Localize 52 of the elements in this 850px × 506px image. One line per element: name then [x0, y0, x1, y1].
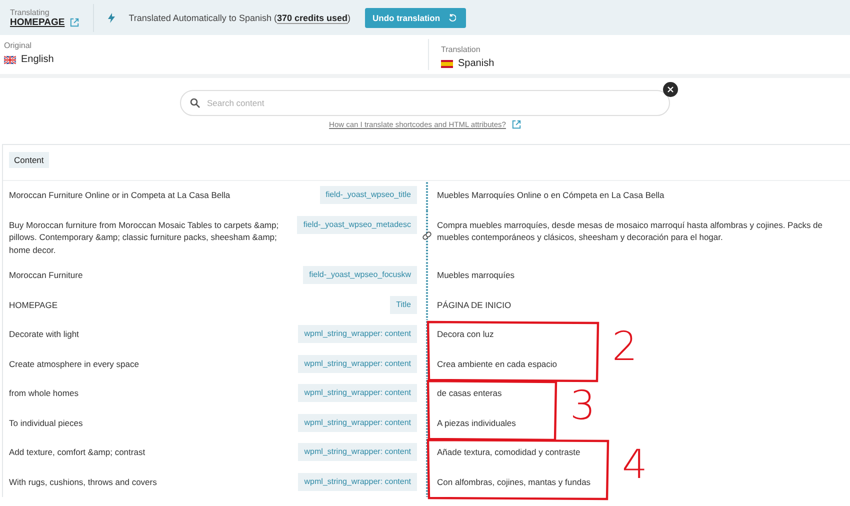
original-text: To individual pieces [9, 416, 83, 429]
translation-text[interactable]: PÁGINA DE INICIO [437, 298, 512, 311]
original-text: Moroccan Furniture Online or in Competa at La Casa Bella [9, 189, 230, 202]
translation-text[interactable]: A piezas individuales [437, 416, 516, 429]
annotation-number: 2 [612, 324, 638, 370]
field-tag: wpml_string_wrapper: content [298, 384, 417, 402]
field-tag: Title [390, 296, 417, 314]
translation-status: Translated Automatically to Spanish (370 credits used) [128, 12, 351, 22]
language-label: Original [4, 41, 33, 50]
translating-label: Translating [10, 8, 50, 16]
translation-text[interactable]: Muebles Marroquíes Online o en Cómpeta en La Casa Bella [437, 189, 664, 202]
field-tag: wpml_string_wrapper: content [298, 414, 417, 432]
field-tag: wpml_string_wrapper: content [298, 472, 417, 490]
lightning-icon [108, 12, 115, 22]
translation-text[interactable]: Añade textura, comodidad y contraste [437, 446, 580, 458]
original-text: With rugs, cushions, throws and covers [9, 476, 157, 488]
field-tag: field-_yoast_wpseo_title [320, 186, 417, 204]
translation-text[interactable]: Crea ambiente en cada espacio [437, 358, 558, 370]
original-text: Create atmosphere in every space [9, 358, 139, 370]
annotation-number: 4 [622, 442, 648, 488]
original-text: Moroccan Furniture [9, 269, 83, 282]
field-tag: field-_yoast_wpseo_focuskw [303, 266, 417, 284]
search-field[interactable]: Search content [180, 90, 670, 116]
original-text: HOMEPAGE [9, 298, 58, 311]
external-link-icon [512, 120, 521, 129]
field-tag: wpml_string_wrapper: content [298, 354, 417, 372]
close-button[interactable] [663, 82, 678, 97]
language-name: Spanish [441, 58, 846, 69]
original-text: from whole homes [9, 387, 78, 400]
link-icon[interactable] [422, 230, 432, 241]
field-tag: wpml_string_wrapper: content [298, 325, 417, 343]
undo-icon [448, 14, 456, 22]
search-icon [190, 98, 200, 108]
translation-text[interactable]: Decora con luz [437, 328, 494, 340]
language-name: English [4, 54, 424, 65]
field-tag: field-_yoast_wpseo_metadesc [297, 216, 417, 234]
translation-text[interactable]: Con alfombras, cojines, mantas y fundas [437, 476, 591, 488]
original-text: Add texture, comfort &amp; contrast [9, 446, 146, 458]
language-label: Translation [441, 45, 482, 54]
section-tag: Content [9, 152, 49, 168]
spain-flag-icon [441, 60, 453, 68]
original-text: Decorate with light [9, 328, 79, 340]
field-tag: wpml_string_wrapper: content [298, 443, 417, 461]
annotation-number: 3 [570, 383, 596, 429]
uk-flag-icon [4, 56, 16, 64]
translation-text[interactable]: Muebles marroquíes [437, 269, 514, 282]
close-icon [667, 86, 674, 93]
page-link[interactable]: HOMEPAGE [10, 16, 79, 28]
translation-text[interactable]: de casas enteras [437, 387, 502, 400]
translation-text[interactable]: Compra muebles marroquíes, desde mesas de mosaico marroquí hasta alfombras y cojines. Packs de muebles contemporáneos y clásicos, sheesham y decoración para el hogar. [437, 218, 840, 244]
external-link-icon [70, 18, 79, 26]
original-text: Buy Moroccan furniture from Moroccan Mosaic Tables to carpets &amp; pillows. Contemporary &amp; classic furniture packs, sheesham &amp; home decor. [9, 218, 280, 256]
